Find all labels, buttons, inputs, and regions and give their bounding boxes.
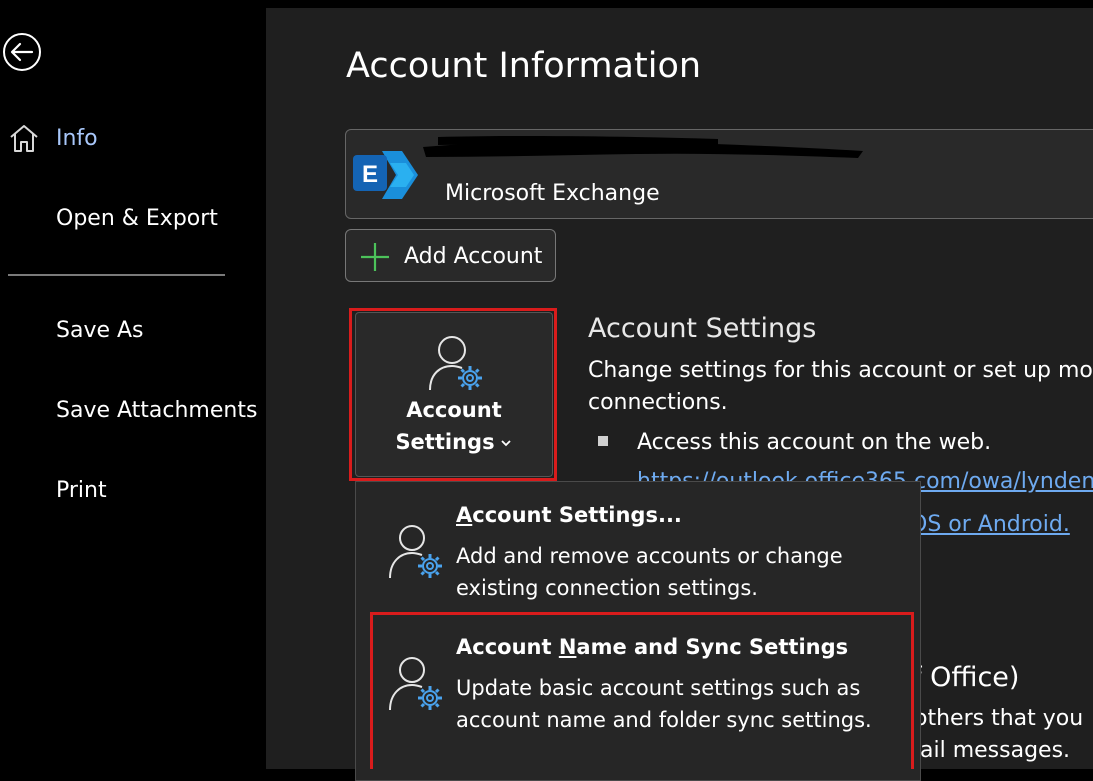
access-web-text: Access this account on the web. xyxy=(637,430,992,455)
menu-item-account-settings-desc1: Add and remove accounts or change xyxy=(456,544,843,568)
sidebar-item-save-attachments[interactable]: Save Attachments xyxy=(56,398,257,423)
menu-item-name-sync-desc2: account name and folder sync settings. xyxy=(456,708,872,732)
sidebar-item-save-as[interactable]: Save As xyxy=(56,318,144,343)
page-title: Account Information xyxy=(346,46,702,86)
plus-icon xyxy=(361,243,389,271)
menu-item-name-sync-desc1: Update basic account settings such as xyxy=(456,676,861,700)
account-settings-label-line2: Settings xyxy=(355,430,553,454)
add-account-label: Add Account xyxy=(404,244,543,269)
menu-item-account-settings-desc2: existing connection settings. xyxy=(456,576,758,600)
svg-text:E: E xyxy=(362,161,378,188)
sidebar-item-open-export[interactable]: Open & Export xyxy=(56,206,218,231)
person-gear-icon xyxy=(389,657,442,711)
account-settings-heading: Account Settings xyxy=(588,313,817,344)
backstage-sidebar: Info Open & Export Save As Save Attachme… xyxy=(0,0,266,769)
mobile-link[interactable]: OS or Android. xyxy=(910,512,1070,537)
account-settings-desc-line1: Change settings for this account or set … xyxy=(588,358,1093,383)
sidebar-item-print[interactable]: Print xyxy=(56,478,107,503)
redacted-account-name xyxy=(423,135,863,158)
out-of-office-desc-fragment1: others that you xyxy=(914,706,1084,731)
sidebar-divider xyxy=(8,274,225,276)
account-settings-label-line1: Account xyxy=(406,398,502,422)
out-of-office-desc-fragment2: ail messages. xyxy=(920,738,1071,763)
menu-item-name-sync-title: Account Name and Sync Settings xyxy=(456,635,849,659)
sidebar-item-info[interactable]: Info xyxy=(56,126,98,151)
bullet-marker xyxy=(598,436,608,446)
account-type-label: Microsoft Exchange xyxy=(445,181,660,206)
person-gear-icon xyxy=(429,336,482,391)
chevron-down-icon xyxy=(500,440,511,447)
exchange-logo-icon: E xyxy=(353,151,418,199)
person-gear-icon xyxy=(389,525,442,579)
out-of-office-heading-fragment: f Office) xyxy=(912,662,1020,693)
menu-item-account-settings-title: Account Settings... xyxy=(456,503,682,527)
back-arrow-icon[interactable] xyxy=(2,32,42,72)
account-settings-desc-line2: connections. xyxy=(588,390,728,415)
home-icon xyxy=(10,125,38,152)
